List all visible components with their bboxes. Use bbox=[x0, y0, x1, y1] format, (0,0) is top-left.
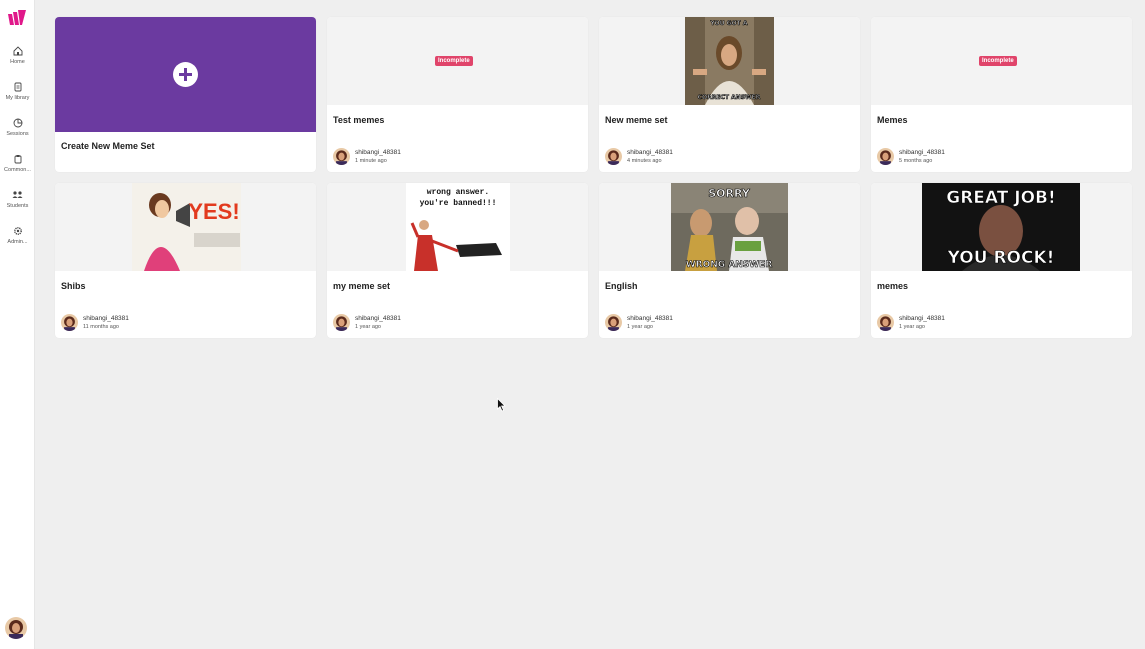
card-owner: shibangi_48381 5 months ago bbox=[877, 148, 1077, 166]
meme-set-card[interactable]: YES! Shibs shibangi_48381 11 months ago bbox=[55, 183, 316, 338]
sidebar-item-students[interactable]: Students bbox=[0, 190, 35, 209]
card-title: Test memes bbox=[333, 115, 385, 125]
sidebar-item-label: Students bbox=[6, 203, 29, 209]
updated-time: 5 months ago bbox=[899, 158, 933, 164]
gear-icon bbox=[13, 227, 22, 235]
meme-bottom-text: you're banned!!! bbox=[420, 199, 497, 208]
meme-top-text: wrong answer. bbox=[427, 188, 489, 197]
card-owner: shibangi_48381 1 year ago bbox=[877, 314, 1077, 332]
incomplete-badge: Incomplete bbox=[979, 56, 1017, 66]
sidebar-item-label: Home bbox=[10, 59, 25, 65]
library-icon bbox=[14, 82, 21, 92]
sidebar: Home My library Sessions Common... Stude… bbox=[0, 0, 35, 649]
sidebar-item-label: Admin... bbox=[7, 239, 28, 245]
updated-time: 1 year ago bbox=[355, 324, 381, 330]
card-owner: shibangi_48381 1 year ago bbox=[333, 314, 533, 332]
updated-time: 1 minute ago bbox=[355, 158, 387, 164]
owner-name: shibangi_48381 bbox=[83, 315, 129, 322]
card-title: Memes bbox=[877, 115, 908, 125]
meme-image: GREAT JOB! YOU ROCK! bbox=[922, 183, 1080, 271]
owner-name: shibangi_48381 bbox=[627, 315, 673, 322]
sidebar-item-label: My library bbox=[5, 95, 30, 101]
owner-name: shibangi_48381 bbox=[355, 315, 401, 322]
updated-time: 4 minutes ago bbox=[627, 158, 662, 164]
updated-time: 1 year ago bbox=[627, 324, 653, 330]
meme-set-card[interactable]: SORRY WRONG ANSWER English shibangi_4838… bbox=[599, 183, 860, 338]
sidebar-item-community[interactable]: Common... bbox=[0, 154, 35, 173]
sidebar-item-label: Common... bbox=[4, 167, 31, 173]
avatar bbox=[605, 148, 622, 165]
card-thumbnail: SORRY WRONG ANSWER bbox=[599, 183, 860, 271]
card-thumbnail: YES! bbox=[55, 183, 316, 271]
owner-name: shibangi_48381 bbox=[899, 315, 945, 322]
card-title: New meme set bbox=[605, 115, 668, 125]
meme-set-card[interactable]: YOU GOT A CORRECT ANSWER New meme set sh… bbox=[599, 17, 860, 172]
sidebar-item-home[interactable]: Home bbox=[0, 46, 35, 65]
meme-image: YOU GOT A CORRECT ANSWER bbox=[685, 17, 774, 105]
avatar bbox=[61, 314, 78, 331]
add-icon[interactable] bbox=[173, 62, 198, 87]
avatar bbox=[605, 314, 622, 331]
sidebar-item-sessions[interactable]: Sessions bbox=[0, 118, 35, 137]
meme-top-text: YOU GOT A bbox=[709, 20, 747, 27]
card-thumbnail: GREAT JOB! YOU ROCK! bbox=[871, 183, 1132, 271]
meme-image: SORRY WRONG ANSWER bbox=[671, 183, 788, 271]
avatar bbox=[877, 148, 894, 165]
card-title: English bbox=[605, 281, 638, 291]
card-owner: shibangi_48381 1 year ago bbox=[605, 314, 805, 332]
meme-top-text: GREAT JOB! bbox=[946, 188, 1056, 208]
card-title: Shibs bbox=[61, 281, 86, 291]
meme-bottom-text: CORRECT ANSWER bbox=[698, 94, 761, 101]
meme-set-card[interactable]: Incomplete Memes shibangi_48381 5 months… bbox=[871, 17, 1132, 172]
create-card-label: Create New Meme Set bbox=[61, 141, 155, 151]
meme-set-card[interactable]: Incomplete Test memes shibangi_48381 1 m… bbox=[327, 17, 588, 172]
owner-name: shibangi_48381 bbox=[627, 149, 673, 156]
sidebar-item-my-library[interactable]: My library bbox=[0, 82, 35, 101]
home-icon bbox=[13, 46, 22, 56]
meme-bottom-text: YOU ROCK! bbox=[947, 248, 1055, 268]
card-owner: shibangi_48381 4 minutes ago bbox=[605, 148, 805, 166]
card-thumbnail: Incomplete bbox=[327, 17, 588, 105]
owner-name: shibangi_48381 bbox=[899, 149, 945, 156]
mouse-cursor-icon bbox=[497, 398, 506, 412]
clipboard-icon bbox=[14, 155, 21, 164]
card-title: memes bbox=[877, 281, 909, 291]
user-avatar[interactable] bbox=[5, 617, 27, 639]
students-icon bbox=[12, 191, 23, 198]
meme-image: wrong answer. you're banned!!! bbox=[406, 183, 510, 271]
create-meme-set-card[interactable]: Create New Meme Set bbox=[55, 17, 316, 172]
sessions-icon bbox=[13, 118, 22, 128]
meme-image: YES! bbox=[132, 183, 241, 271]
meme-top-text: YES! bbox=[188, 199, 239, 224]
sidebar-item-admin[interactable]: Admin... bbox=[0, 226, 35, 245]
card-title: my meme set bbox=[333, 281, 391, 291]
meme-top-text: SORRY bbox=[708, 187, 751, 200]
updated-time: 11 months ago bbox=[83, 324, 119, 330]
avatar bbox=[333, 314, 350, 331]
card-owner: shibangi_48381 11 months ago bbox=[61, 314, 261, 332]
sidebar-item-label: Sessions bbox=[6, 131, 29, 137]
updated-time: 1 year ago bbox=[899, 324, 925, 330]
meme-set-card[interactable]: wrong answer. you're banned!!! my meme s… bbox=[327, 183, 588, 338]
avatar bbox=[333, 148, 350, 165]
meme-set-card[interactable]: GREAT JOB! YOU ROCK! memes shibangi_4838… bbox=[871, 183, 1132, 338]
app-logo[interactable] bbox=[7, 10, 27, 26]
owner-name: shibangi_48381 bbox=[355, 149, 401, 156]
meme-bottom-text: WRONG ANSWER bbox=[686, 260, 773, 270]
card-thumbnail: YOU GOT A CORRECT ANSWER bbox=[599, 17, 860, 105]
card-thumbnail: wrong answer. you're banned!!! bbox=[327, 183, 588, 271]
avatar bbox=[877, 314, 894, 331]
card-thumbnail: Incomplete bbox=[871, 17, 1132, 105]
card-owner: shibangi_48381 1 minute ago bbox=[333, 148, 533, 166]
incomplete-badge: Incomplete bbox=[435, 56, 473, 66]
